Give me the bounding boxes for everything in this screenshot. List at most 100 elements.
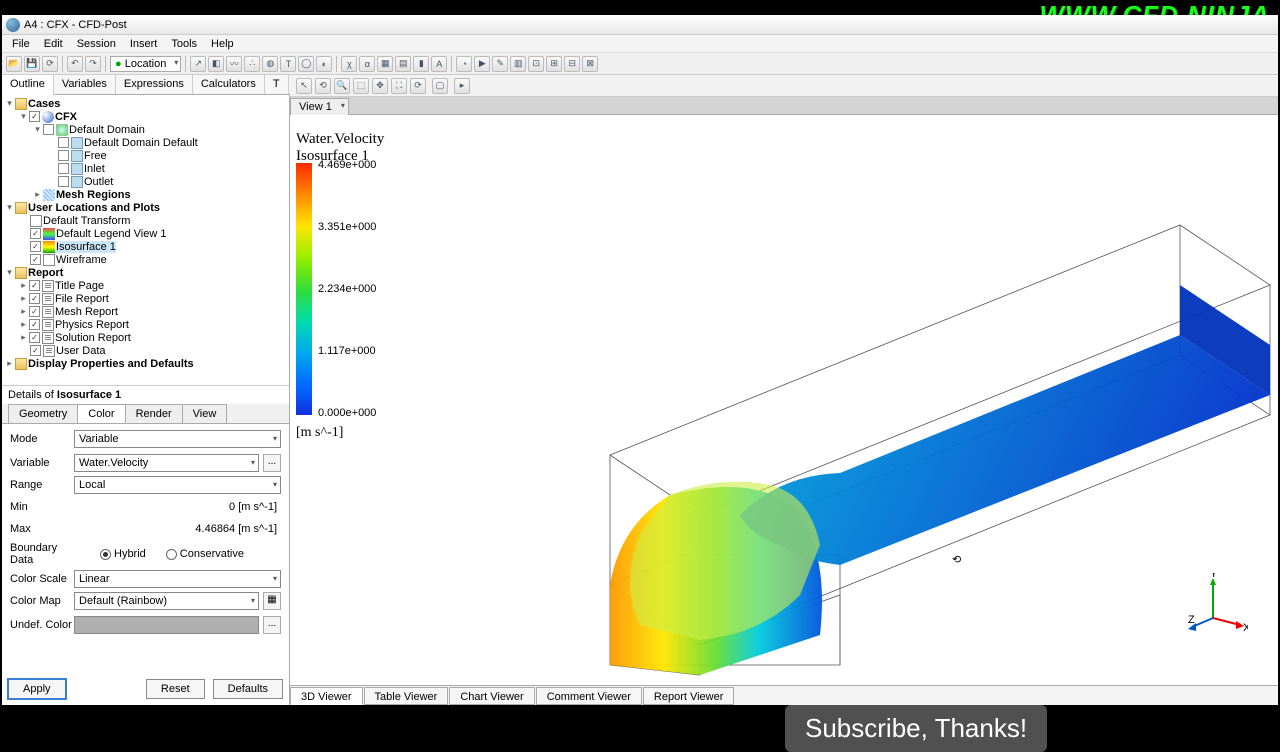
3d-canvas[interactable]: Water.Velocity Isosurface 1 4.469e+000 3… xyxy=(290,115,1278,685)
tb-chart-icon[interactable]: ▤ xyxy=(395,56,411,72)
tree-default-domain[interactable]: Default Domain xyxy=(69,124,145,136)
variable-more-btn[interactable]: ... xyxy=(263,454,281,472)
variable-combo[interactable]: Water.Velocity xyxy=(74,454,259,472)
vp-refresh-icon[interactable]: ⟳ xyxy=(410,78,426,94)
tree-cases[interactable]: Cases xyxy=(28,98,60,110)
checkbox[interactable]: ✓ xyxy=(29,306,40,317)
tab-3d-viewer[interactable]: 3D Viewer xyxy=(290,687,363,705)
checkbox[interactable]: ✓ xyxy=(29,293,40,304)
reset-button[interactable]: Reset xyxy=(146,679,205,699)
tree-title-page[interactable]: Title Page xyxy=(55,280,104,292)
vp-zoom-icon[interactable]: 🔍 xyxy=(334,78,350,94)
tab-table-viewer[interactable]: Table Viewer xyxy=(364,687,449,705)
tree-mesh-regions[interactable]: Mesh Regions xyxy=(56,189,131,201)
menu-help[interactable]: Help xyxy=(205,38,240,50)
checkbox[interactable]: ✓ xyxy=(30,241,41,252)
tree-legend[interactable]: Default Legend View 1 xyxy=(56,228,167,240)
expand-icon[interactable]: ▸ xyxy=(18,332,29,343)
tb-probe-icon[interactable]: ✎ xyxy=(492,56,508,72)
tb-sphere-icon[interactable]: ◯ xyxy=(298,56,314,72)
tree-user-loc[interactable]: User Locations and Plots xyxy=(28,202,160,214)
tb-c-icon[interactable]: ⊟ xyxy=(564,56,580,72)
defaults-button[interactable]: Defaults xyxy=(213,679,283,699)
tb-b-icon[interactable]: ⊞ xyxy=(546,56,562,72)
checkbox[interactable] xyxy=(58,137,69,148)
expand-icon[interactable]: ▸ xyxy=(18,293,29,304)
tb-volume-icon[interactable]: ◍ xyxy=(262,56,278,72)
tree-free[interactable]: Free xyxy=(84,150,107,162)
expand-icon[interactable]: ▾ xyxy=(4,98,15,109)
tab-outline[interactable]: Outline xyxy=(2,75,54,95)
undef-color-swatch[interactable] xyxy=(74,616,259,634)
expand-icon[interactable]: ▸ xyxy=(32,189,43,200)
tree-outlet[interactable]: Outlet xyxy=(84,176,113,188)
tree-report[interactable]: Report xyxy=(28,267,63,279)
vp-rotate-icon[interactable]: ⟲ xyxy=(315,78,331,94)
menu-tools[interactable]: Tools xyxy=(165,38,203,50)
expand-icon[interactable]: ▸ xyxy=(18,319,29,330)
menubar[interactable]: File Edit Session Insert Tools Help xyxy=(2,35,1278,53)
expand-icon[interactable]: ▾ xyxy=(32,124,43,135)
tb-particle-icon[interactable]: ∴ xyxy=(244,56,260,72)
tree-default-transform[interactable]: Default Transform xyxy=(43,215,130,227)
tab-geometry[interactable]: Geometry xyxy=(8,404,78,423)
checkbox[interactable]: ✓ xyxy=(30,228,41,239)
tab-calculators[interactable]: Calculators xyxy=(193,75,265,94)
tb-refresh-icon[interactable]: ⟳ xyxy=(42,56,58,72)
tb-color-icon[interactable]: ▥ xyxy=(510,56,526,72)
colormap-more-btn[interactable]: ▦ xyxy=(263,592,281,610)
tb-clip-icon[interactable]: ◐ xyxy=(316,56,332,72)
expand-icon[interactable]: ▾ xyxy=(18,111,29,122)
tab-view[interactable]: View xyxy=(182,404,228,423)
menu-edit[interactable]: Edit xyxy=(38,38,69,50)
menu-session[interactable]: Session xyxy=(71,38,122,50)
tb-var-icon[interactable]: χ xyxy=(341,56,357,72)
tab-more[interactable]: T xyxy=(265,75,289,94)
tb-redo-icon[interactable]: ↷ xyxy=(85,56,101,72)
expand-icon[interactable]: ▾ xyxy=(4,267,15,278)
tb-table-icon[interactable]: ▦ xyxy=(377,56,393,72)
view-tab[interactable]: View 1 xyxy=(290,98,349,115)
tb-contour-icon[interactable]: ◧ xyxy=(208,56,224,72)
vp-zoombox-icon[interactable]: ⬚ xyxy=(353,78,369,94)
tree-file-report[interactable]: File Report xyxy=(55,293,109,305)
vp-select-icon[interactable]: ↖ xyxy=(296,78,312,94)
tree-isosurface[interactable]: Isosurface 1 xyxy=(56,241,116,253)
checkbox[interactable]: ✓ xyxy=(29,319,40,330)
location-dropdown[interactable]: ● Location xyxy=(110,56,181,72)
tree-wireframe[interactable]: Wireframe xyxy=(56,254,107,266)
mode-combo[interactable]: Variable xyxy=(74,430,281,448)
tab-report-viewer[interactable]: Report Viewer xyxy=(643,687,735,705)
outline-tree[interactable]: ▾Cases ▾✓CFX ▾Default Domain Default Dom… xyxy=(2,95,289,385)
tb-open-icon[interactable]: 📂 xyxy=(6,56,22,72)
tree-cfx[interactable]: CFX xyxy=(55,111,77,123)
checkbox[interactable] xyxy=(58,163,69,174)
tree-mesh-report[interactable]: Mesh Report xyxy=(55,306,118,318)
checkbox[interactable] xyxy=(43,124,54,135)
range-combo[interactable]: Local xyxy=(74,476,281,494)
tree-user-data[interactable]: User Data xyxy=(56,345,106,357)
tab-render[interactable]: Render xyxy=(125,404,183,423)
tree-physics-report[interactable]: Physics Report xyxy=(55,319,129,331)
checkbox[interactable] xyxy=(58,150,69,161)
expand-icon[interactable]: ▸ xyxy=(18,280,29,291)
tb-text-icon[interactable]: T xyxy=(280,56,296,72)
tb-d-icon[interactable]: ⊠ xyxy=(582,56,598,72)
tree-solution-report[interactable]: Solution Report xyxy=(55,332,131,344)
conservative-radio[interactable] xyxy=(166,549,177,560)
tree-inlet[interactable]: Inlet xyxy=(84,163,105,175)
tb-vector-icon[interactable]: ↗ xyxy=(190,56,206,72)
menu-insert[interactable]: Insert xyxy=(124,38,164,50)
checkbox[interactable]: ✓ xyxy=(29,332,40,343)
tb-anim-icon[interactable]: ▶ xyxy=(474,56,490,72)
vp-more-icon[interactable]: ▸ xyxy=(454,78,470,94)
checkbox[interactable]: ✓ xyxy=(30,254,41,265)
tb-legend-icon[interactable]: ▮ xyxy=(413,56,429,72)
tree-dd-default[interactable]: Default Domain Default xyxy=(84,137,198,149)
tab-variables[interactable]: Variables xyxy=(54,75,116,94)
tab-chart-viewer[interactable]: Chart Viewer xyxy=(449,687,534,705)
tb-a-icon[interactable]: ⊡ xyxy=(528,56,544,72)
vp-fit-icon[interactable]: ⛶ xyxy=(391,78,407,94)
tb-undo-icon[interactable]: ↶ xyxy=(67,56,83,72)
vp-view-icon[interactable]: ▢ xyxy=(432,78,448,94)
